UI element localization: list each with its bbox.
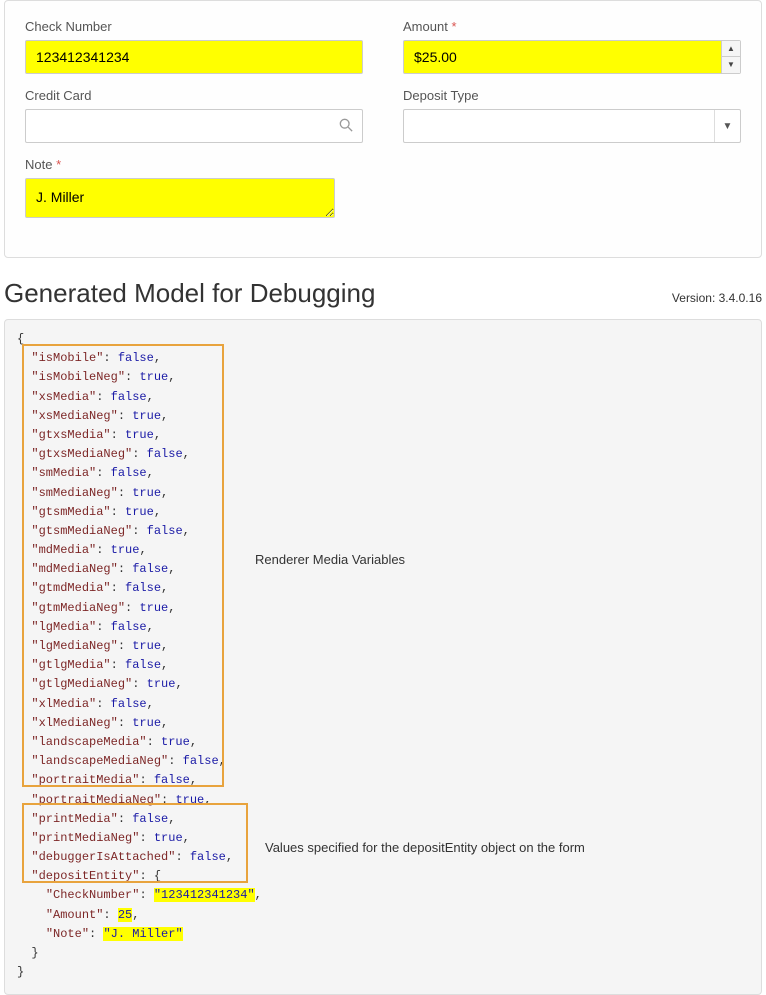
credit-card-label: Credit Card <box>25 88 363 103</box>
form-row: Check Number Amount * ▲ ▼ <box>25 19 741 74</box>
check-number-label: Check Number <box>25 19 363 34</box>
amount-label: Amount * <box>403 19 741 34</box>
credit-card-input[interactable] <box>25 109 363 143</box>
note-group: Note * <box>25 157 335 221</box>
chevron-down-icon: ▼ <box>714 110 740 142</box>
note-label: Note * <box>25 157 335 172</box>
note-textarea[interactable] <box>25 178 335 218</box>
search-icon[interactable] <box>339 118 353 135</box>
version-text: Version: 3.4.0.16 <box>672 291 762 305</box>
form-row: Note * <box>25 157 741 221</box>
amount-input[interactable] <box>403 40 722 74</box>
credit-card-wrapper <box>25 109 363 143</box>
debug-panel: Renderer Media Variables Values specifie… <box>4 319 762 995</box>
spinner-down-button[interactable]: ▼ <box>722 57 740 73</box>
form-panel: Check Number Amount * ▲ ▼ Credit Card <box>4 0 762 258</box>
credit-card-group: Credit Card <box>25 88 363 143</box>
entity-annotation: Values specified for the depositEntity o… <box>265 838 585 859</box>
deposit-type-group: Deposit Type ▼ <box>403 88 741 143</box>
deposit-type-select[interactable]: ▼ <box>403 109 741 143</box>
page-title: Generated Model for Debugging <box>4 278 375 309</box>
check-number-group: Check Number <box>25 19 363 74</box>
spinner-buttons: ▲ ▼ <box>722 40 741 74</box>
debug-code: { "isMobile": false, "isMobileNeg": true… <box>17 330 749 982</box>
amount-spinner: ▲ ▼ <box>403 40 741 74</box>
deposit-type-label: Deposit Type <box>403 88 741 103</box>
amount-group: Amount * ▲ ▼ <box>403 19 741 74</box>
required-asterisk: * <box>56 157 61 172</box>
heading-row: Generated Model for Debugging Version: 3… <box>4 278 762 309</box>
check-number-input[interactable] <box>25 40 363 74</box>
required-asterisk: * <box>451 19 456 34</box>
spinner-up-button[interactable]: ▲ <box>722 41 740 57</box>
media-annotation: Renderer Media Variables <box>255 550 405 571</box>
form-row: Credit Card Deposit Type ▼ <box>25 88 741 143</box>
